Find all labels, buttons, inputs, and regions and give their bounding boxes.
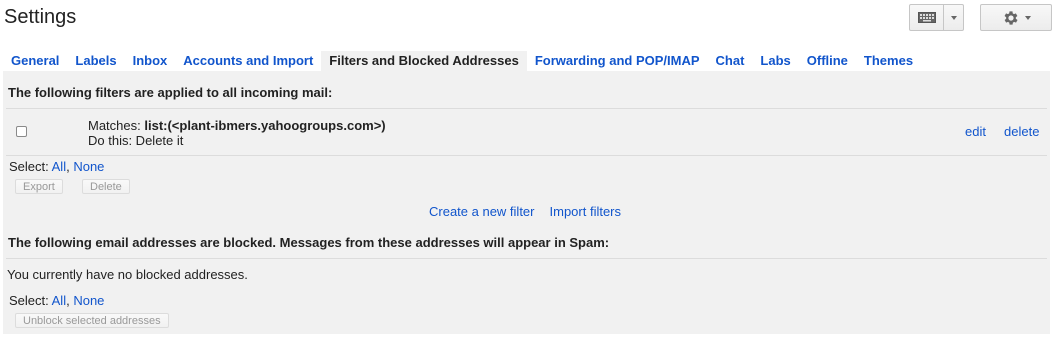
delete-filter-link[interactable]: delete [1004, 124, 1039, 139]
filter-criteria: list:(<plant-ibmers.yahoogroups.com>) [144, 118, 386, 133]
filters-select-line: Select: All, None [9, 159, 105, 174]
edit-filter-link[interactable]: edit [965, 124, 986, 139]
tab-general[interactable]: General [3, 51, 67, 71]
tab-forwarding-and-pop-imap[interactable]: Forwarding and POP/IMAP [527, 51, 708, 71]
tab-labs[interactable]: Labs [752, 51, 798, 71]
tab-chat[interactable]: Chat [708, 51, 753, 71]
blocked-heading: The following email addresses are blocke… [8, 235, 610, 250]
select-none-blocked-link[interactable]: None [73, 293, 104, 308]
select-all-blocked-link[interactable]: All [52, 293, 66, 308]
select-all-filters-link[interactable]: All [52, 159, 66, 174]
no-blocked-message: You currently have no blocked addresses. [7, 267, 248, 282]
tab-inbox[interactable]: Inbox [125, 51, 176, 71]
tab-themes[interactable]: Themes [856, 51, 921, 71]
filter-actions: Create a new filter Import filters [429, 204, 636, 219]
select-none-filters-link[interactable]: None [73, 159, 104, 174]
settings-button[interactable] [980, 4, 1052, 31]
chevron-down-icon [1024, 15, 1031, 20]
filter-checkbox[interactable] [16, 126, 27, 137]
blocked-select-line: Select: All, None [9, 293, 105, 308]
divider [6, 258, 1047, 259]
divider [6, 155, 1047, 156]
filters-heading: The following filters are applied to all… [8, 85, 333, 100]
input-tools-button[interactable] [909, 4, 964, 31]
gear-icon [1004, 10, 1018, 25]
tab-filters-and-blocked-addresses[interactable]: Filters and Blocked Addresses [321, 51, 527, 71]
filter-matches: Matches: list:(<plant-ibmers.yahoogroups… [88, 118, 386, 133]
import-filters-link[interactable]: Import filters [550, 204, 622, 219]
settings-panel: The following filters are applied to all… [3, 71, 1050, 334]
tab-offline[interactable]: Offline [799, 51, 856, 71]
chevron-down-icon[interactable] [944, 5, 963, 30]
export-button[interactable]: Export [15, 179, 63, 194]
filter-action: Do this: Delete it [88, 133, 184, 148]
keyboard-icon[interactable] [910, 5, 944, 30]
settings-tabs: General Labels Inbox Accounts and Import… [3, 51, 921, 71]
page-title: Settings [4, 6, 77, 28]
create-filter-link[interactable]: Create a new filter [429, 204, 535, 219]
divider [6, 108, 1047, 109]
tab-accounts-and-import[interactable]: Accounts and Import [175, 51, 321, 71]
tab-labels[interactable]: Labels [67, 51, 124, 71]
delete-button[interactable]: Delete [82, 179, 130, 194]
unblock-button[interactable]: Unblock selected addresses [15, 313, 169, 328]
filter-row: Matches: list:(<plant-ibmers.yahoogroups… [6, 110, 1047, 155]
